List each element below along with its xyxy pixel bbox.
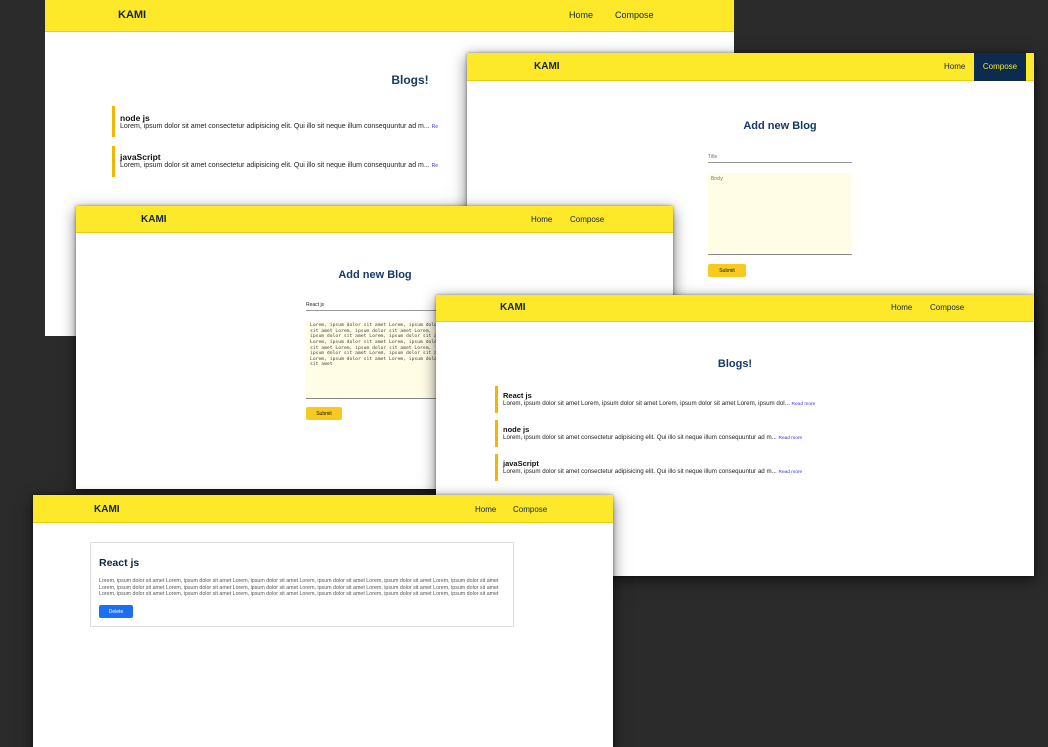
- navbar: KAMI Home Compose: [436, 295, 1034, 322]
- blog-excerpt: Lorem, ipsum dolor sit amet consectetur …: [120, 162, 439, 169]
- brand-logo[interactable]: KAMI: [141, 214, 167, 225]
- submit-button[interactable]: Submit: [306, 407, 342, 420]
- page-title: Blogs!: [717, 358, 753, 370]
- read-more-link[interactable]: Read more: [779, 470, 803, 475]
- window-blog-detail: KAMI Home Compose React js Lorem, ipsum …: [33, 495, 613, 747]
- brand-logo[interactable]: KAMI: [118, 9, 146, 21]
- body-textarea[interactable]: Lorem, ipsum dolor sit amet Lorem, ipsum…: [306, 321, 450, 399]
- blog-title: React js: [99, 557, 140, 569]
- title-input[interactable]: [306, 299, 450, 311]
- nav-home-link[interactable]: Home: [944, 62, 965, 71]
- blog-title[interactable]: React js: [503, 391, 815, 400]
- nav-home-link[interactable]: Home: [475, 505, 496, 514]
- navbar: KAMI Home Compose: [45, 0, 734, 32]
- read-more-link[interactable]: Re: [432, 163, 438, 169]
- brand-logo[interactable]: KAMI: [534, 61, 560, 72]
- page-title: Blogs!: [391, 73, 429, 87]
- blog-excerpt: Lorem, ipsum dolor sit amet Lorem, ipsum…: [503, 400, 816, 407]
- navbar: KAMI Home Compose: [467, 53, 1034, 81]
- blog-list-item: React js Lorem, ipsum dolor sit amet Lor…: [495, 386, 815, 413]
- blog-excerpt: Lorem, ipsum dolor sit amet consectetur …: [503, 434, 803, 441]
- delete-button[interactable]: Delete: [99, 605, 133, 618]
- nav-home-link[interactable]: Home: [569, 10, 593, 20]
- nav-compose-link[interactable]: Compose: [930, 303, 964, 312]
- blog-body: Lorem, ipsum dolor sit amet Lorem, ipsum…: [99, 578, 511, 598]
- body-textarea[interactable]: [708, 173, 852, 255]
- blog-title[interactable]: node js: [503, 425, 802, 434]
- blog-body-line: Lorem, ipsum dolor sit amet Lorem, ipsum…: [99, 584, 499, 591]
- read-more-link[interactable]: Read more: [792, 402, 816, 407]
- blog-title[interactable]: javaScript: [503, 459, 802, 468]
- brand-logo[interactable]: KAMI: [94, 504, 120, 515]
- nav-compose-link[interactable]: Compose: [974, 53, 1026, 81]
- blog-body-line: Lorem, ipsum dolor sit amet Lorem, ipsum…: [99, 591, 499, 598]
- nav-home-link[interactable]: Home: [891, 303, 912, 312]
- navbar: KAMI Home Compose: [33, 495, 613, 523]
- nav-compose-link[interactable]: Compose: [615, 10, 654, 20]
- title-input[interactable]: [708, 151, 852, 163]
- blog-excerpt: Lorem, ipsum dolor sit amet consectetur …: [120, 123, 439, 130]
- blog-title[interactable]: javaScript: [120, 152, 438, 162]
- nav-compose-link[interactable]: Compose: [570, 215, 604, 224]
- blog-title[interactable]: node js: [120, 113, 438, 123]
- submit-button[interactable]: Submit: [708, 264, 746, 277]
- blog-list-item: node js Lorem, ipsum dolor sit amet cons…: [112, 106, 438, 137]
- blog-list-item: javaScript Lorem, ipsum dolor sit amet c…: [495, 454, 802, 481]
- blog-excerpt: Lorem, ipsum dolor sit amet consectetur …: [503, 468, 803, 475]
- navbar: KAMI Home Compose: [76, 206, 673, 233]
- nav-home-link[interactable]: Home: [531, 215, 552, 224]
- nav-compose-link[interactable]: Compose: [513, 505, 547, 514]
- read-more-link[interactable]: Re: [432, 124, 438, 130]
- page-title: Add new Blog: [743, 120, 817, 132]
- nav-compose-label: Compose: [982, 62, 1018, 71]
- blog-body-line: Lorem, ipsum dolor sit amet Lorem, ipsum…: [99, 578, 499, 584]
- brand-logo[interactable]: KAMI: [500, 302, 526, 313]
- page-title: Add new Blog: [338, 269, 412, 281]
- blog-detail-card: React js Lorem, ipsum dolor sit amet Lor…: [90, 542, 514, 627]
- read-more-link[interactable]: Read more: [779, 436, 803, 441]
- blog-list-item: javaScript Lorem, ipsum dolor sit amet c…: [112, 146, 438, 177]
- blog-list-item: node js Lorem, ipsum dolor sit amet cons…: [495, 420, 802, 447]
